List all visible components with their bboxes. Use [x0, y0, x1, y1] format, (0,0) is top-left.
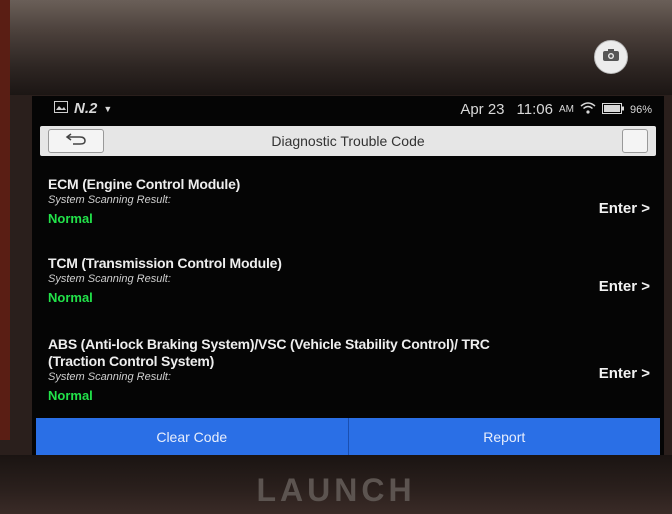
- device-screen: N.2 ▼ Apr 23 11:06 AM 96% Diagnostic Tro…: [32, 96, 664, 458]
- header-menu-button[interactable]: [622, 129, 648, 153]
- network-label: AM: [558, 104, 574, 115]
- module-item-tcm[interactable]: TCM (Transmission Control Module) System…: [48, 255, 648, 305]
- module-name: ABS (Anti-lock Braking System)/VSC (Vehi…: [48, 336, 490, 369]
- module-item-ecm[interactable]: ECM (Engine Control Module) System Scann…: [48, 176, 648, 226]
- device-frame-edge: [0, 0, 10, 440]
- enter-button-tcm[interactable]: Enter >: [599, 278, 650, 295]
- enter-button-ecm[interactable]: Enter >: [599, 200, 650, 217]
- status-right: Apr 23 11:06 AM 96%: [460, 101, 652, 118]
- scan-result-label: System Scanning Result:: [48, 194, 171, 206]
- screenshot-camera-button[interactable]: [594, 40, 628, 74]
- scan-result-label: System Scanning Result:: [48, 371, 171, 383]
- battery-icon: [601, 101, 624, 118]
- device-frame-top: [0, 0, 672, 95]
- clear-code-button[interactable]: Clear Code: [36, 418, 349, 456]
- battery-percent: 96%: [629, 103, 652, 116]
- page-title: Diagnostic Trouble Code: [271, 133, 425, 149]
- report-button[interactable]: Report: [348, 418, 660, 456]
- header-bar: Diagnostic Trouble Code: [40, 126, 656, 156]
- module-name: ECM (Engine Control Module): [48, 176, 241, 192]
- status-bar: N.2 ▼ Apr 23 11:06 AM 96%: [32, 96, 664, 120]
- brand-logo: LAUNCH: [256, 472, 416, 508]
- scan-result-value: Normal: [48, 290, 93, 305]
- status-left: N.2 ▼: [54, 100, 112, 117]
- status-left-label: N.2: [74, 100, 98, 117]
- scan-result-value: Normal: [48, 211, 93, 226]
- scan-result-value: Normal: [48, 388, 93, 403]
- action-bar: Clear Code Report: [36, 418, 660, 456]
- wifi-icon: [580, 101, 596, 118]
- gallery-icon: [54, 100, 68, 117]
- dropdown-arrow-icon: ▼: [103, 103, 113, 114]
- enter-button-abs[interactable]: Enter >: [599, 365, 650, 382]
- module-item-abs[interactable]: ABS (Anti-lock Braking System)/VSC (Vehi…: [48, 336, 508, 403]
- status-date: Apr 23: [460, 101, 505, 118]
- scan-result-label: System Scanning Result:: [48, 273, 171, 285]
- camera-icon: [602, 48, 620, 67]
- status-time: 11:06: [516, 101, 553, 118]
- module-name: TCM (Transmission Control Module): [48, 255, 282, 271]
